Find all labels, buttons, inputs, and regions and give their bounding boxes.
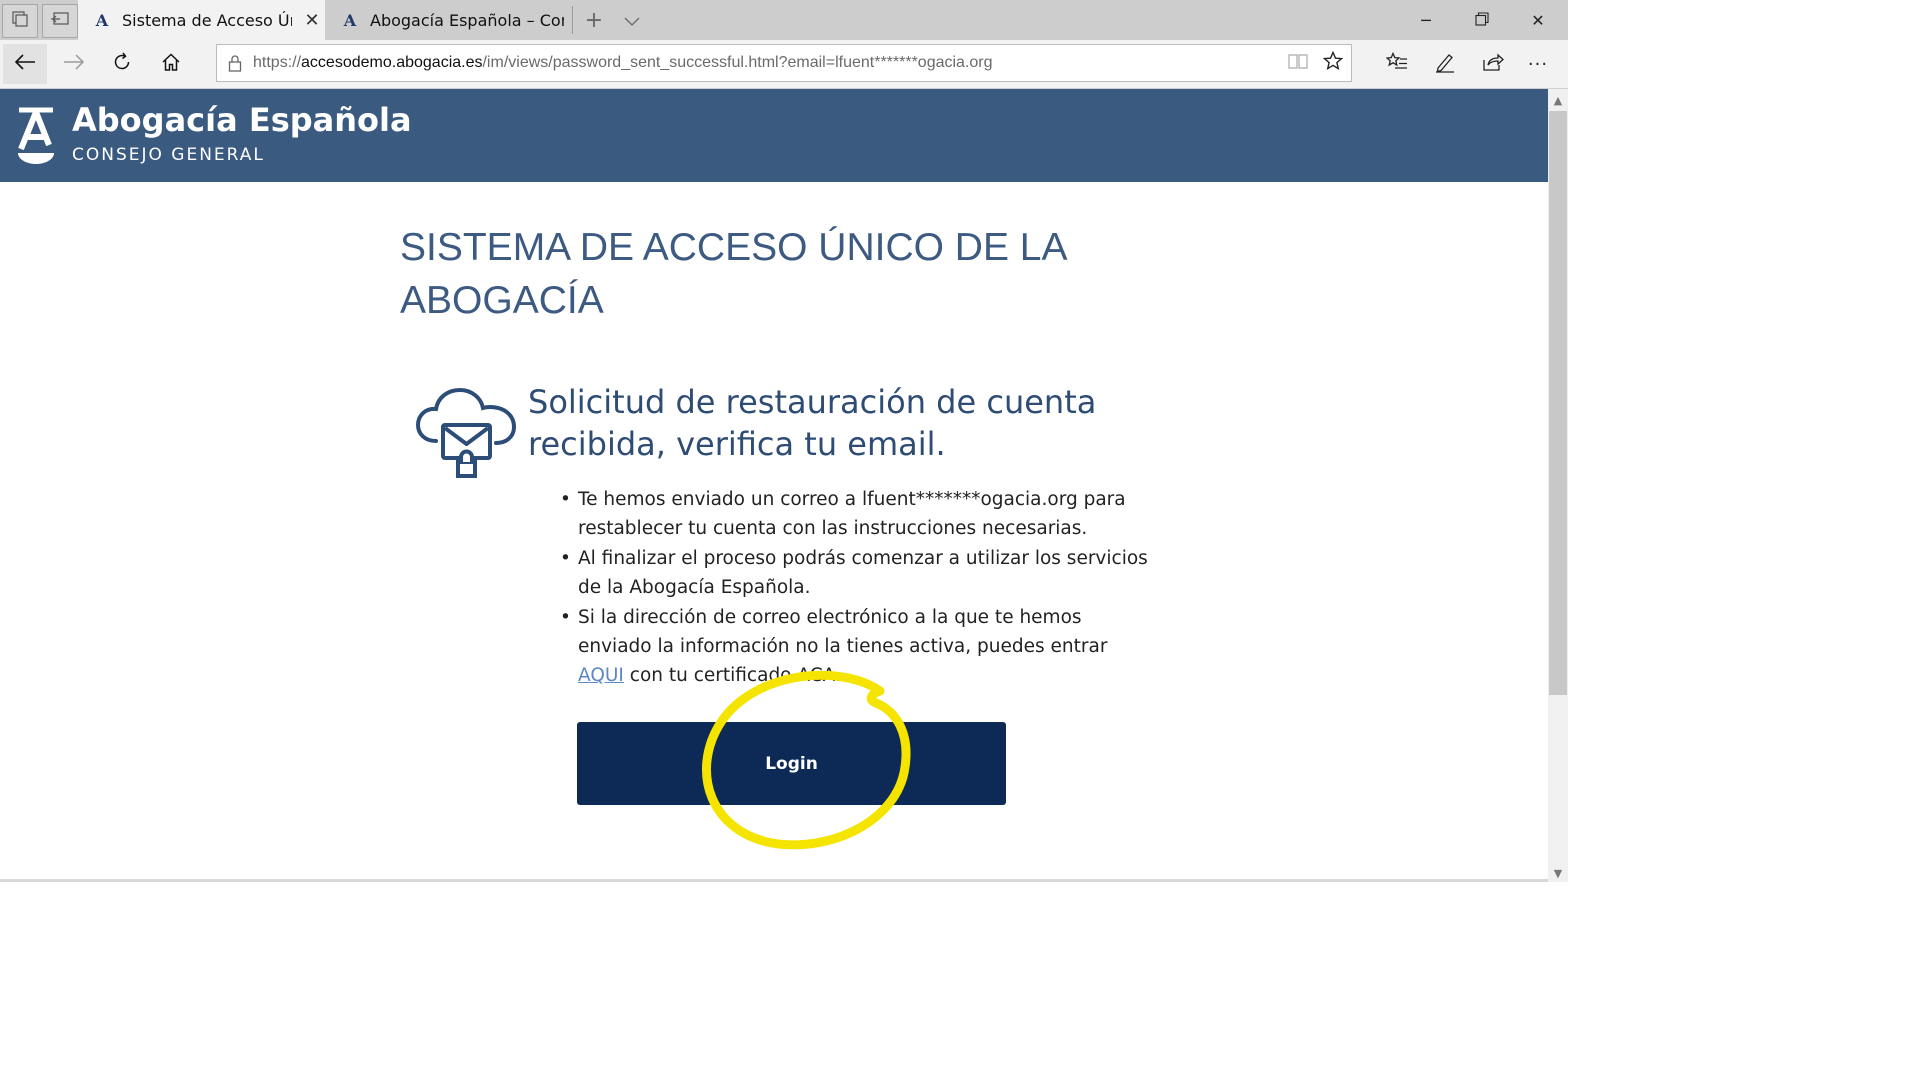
abogacia-favicon-icon: A (95, 10, 109, 30)
tab-list-button[interactable] (618, 8, 646, 32)
set-aside-tabs-button[interactable] (42, 4, 78, 38)
home-button[interactable] (149, 44, 193, 84)
refresh-button[interactable] (100, 44, 144, 84)
aqui-link[interactable]: AQUI (578, 665, 624, 686)
share-icon (1482, 52, 1504, 77)
list-item: Si la dirección de correo electrónico a … (560, 603, 1150, 691)
tab-preview-icon (11, 10, 29, 32)
list-item-text: con tu certificado ACA. (623, 665, 841, 687)
abogacia-logo-icon[interactable] (16, 107, 56, 169)
url-path: /im/views/password_sent_successful.html?… (482, 54, 993, 71)
close-tab-icon[interactable]: ✕ (302, 10, 322, 31)
reading-view-icon[interactable] (1287, 52, 1309, 74)
tab-title: Sistema de Acceso Únic (122, 10, 292, 30)
tab-abogacia-espanola[interactable]: A Abogacía Española – Conse (326, 0, 570, 40)
forward-button[interactable] (52, 44, 96, 84)
favorites-hub-button[interactable] (1377, 44, 1417, 84)
back-button[interactable] (3, 44, 47, 84)
plus-icon: + (584, 7, 604, 33)
more-icon: ··· (1527, 53, 1549, 75)
close-icon: ✕ (1531, 10, 1545, 30)
address-bar-actions (1287, 50, 1344, 75)
scroll-down-arrow-icon[interactable]: ▼ (1548, 864, 1568, 882)
tab-sistema-acceso[interactable]: A Sistema de Acceso Únic ✕ (78, 0, 325, 40)
site-header: Abogacía Española CONSEJO GENERAL (0, 89, 1548, 182)
favorites-list-icon (1385, 51, 1408, 77)
scrollbar-thumb[interactable] (1549, 111, 1567, 695)
forward-icon (63, 53, 85, 75)
favorite-star-icon[interactable] (1322, 50, 1344, 75)
scroll-up-arrow-icon[interactable]: ▲ (1548, 91, 1568, 109)
brand-subtitle: CONSEJO GENERAL (72, 145, 265, 165)
address-bar[interactable]: https://accesodemo.abogacia.es/im/views/… (216, 44, 1352, 82)
restore-icon (1475, 11, 1489, 30)
page-title: SISTEMA DE ACCESO ÚNICO DE LA ABOGACÍA (400, 226, 1066, 322)
vertical-scrollbar[interactable]: ▲ ▼ (1548, 89, 1568, 882)
abogacia-favicon-icon: A (343, 10, 357, 30)
url-scheme: https:// (253, 54, 302, 71)
web-note-button[interactable] (1425, 44, 1465, 84)
notice-title: Solicitud de restauración de cuenta reci… (528, 383, 1097, 463)
share-button[interactable] (1473, 44, 1513, 84)
back-icon (14, 53, 36, 75)
home-icon (161, 52, 181, 76)
brand-name[interactable]: Abogacía Española (72, 101, 412, 139)
restore-button[interactable] (1454, 0, 1510, 40)
cloud-mail-lock-icon (414, 385, 520, 485)
login-button[interactable]: Login (577, 722, 1006, 805)
chevron-down-icon (624, 8, 640, 33)
pen-icon (1434, 51, 1456, 78)
tab-preview-button[interactable] (2, 4, 38, 38)
info-list: Te hemos enviado un correo a lfuent*****… (560, 485, 1150, 691)
tab-bar: A Sistema de Acceso Únic ✕ A Abogacía Es… (0, 0, 1568, 40)
minimize-icon: ─ (1421, 10, 1431, 30)
lock-icon[interactable] (217, 54, 253, 72)
navigation-bar: https://accesodemo.abogacia.es/im/views/… (0, 40, 1568, 89)
settings-more-button[interactable]: ··· (1518, 44, 1558, 84)
list-item: Al finalizar el proceso podrás comenzar … (560, 544, 1150, 603)
page-bottom-edge (0, 879, 1548, 882)
close-window-button[interactable]: ✕ (1510, 0, 1566, 40)
minimize-button[interactable]: ─ (1398, 0, 1454, 40)
list-item: Te hemos enviado un correo a lfuent*****… (560, 485, 1150, 544)
page-viewport: Abogacía Española CONSEJO GENERAL SISTEM… (0, 89, 1548, 882)
url-text[interactable]: https://accesodemo.abogacia.es/im/views/… (253, 54, 993, 72)
tab-separator (572, 6, 573, 34)
set-aside-icon (50, 11, 70, 31)
refresh-icon (112, 52, 132, 76)
url-host: accesodemo.abogacia.es (301, 54, 483, 71)
tab-title: Abogacía Española – Conse (370, 10, 564, 30)
list-item-text: Si la dirección de correo electrónico a … (578, 606, 1108, 658)
new-tab-button[interactable]: + (580, 7, 608, 33)
